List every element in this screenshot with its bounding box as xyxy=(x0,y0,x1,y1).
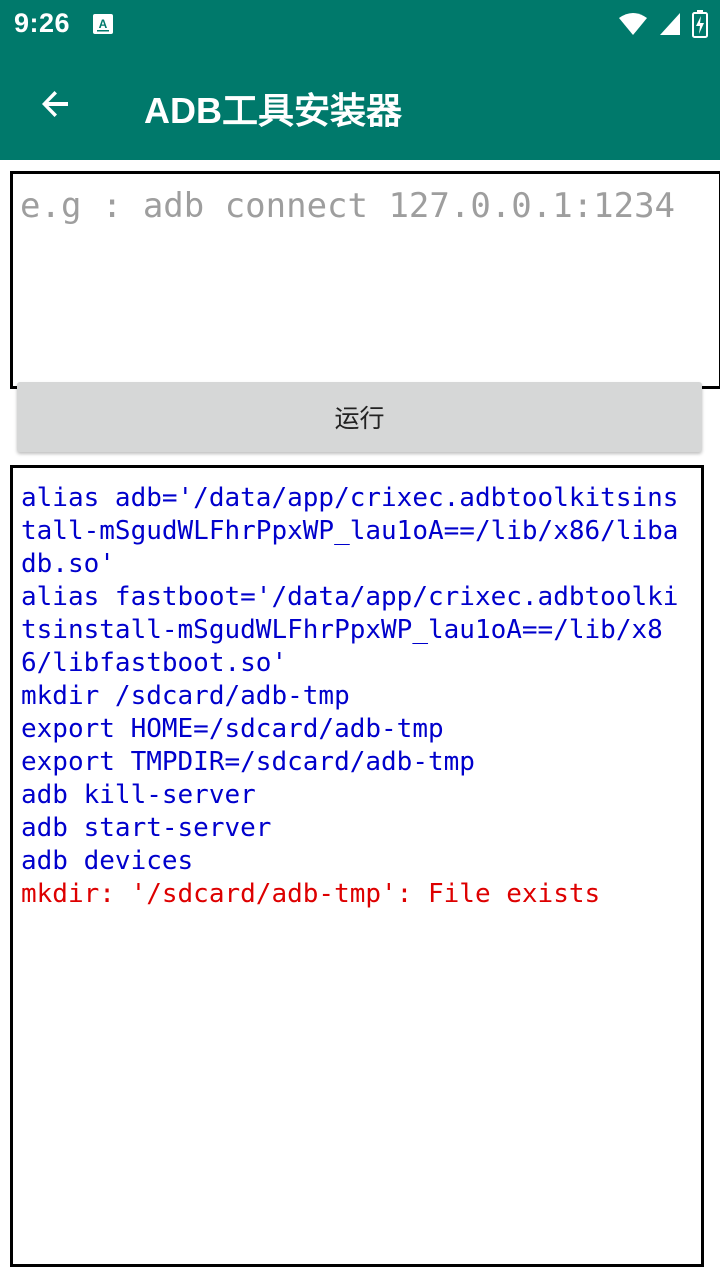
status-bar: 9:26 A xyxy=(0,0,720,48)
output-line: adb kill-server xyxy=(21,780,256,810)
notification-a-icon: A xyxy=(92,13,114,39)
page-title: ADB工具安装器 xyxy=(144,90,402,131)
app-toolbar: ADB工具安装器 xyxy=(0,48,720,160)
output-line: alias adb='/data/app/crixec.adbtoolkitsi… xyxy=(21,483,679,579)
battery-charging-icon xyxy=(692,10,708,42)
output-line: adb start-server xyxy=(21,813,272,843)
command-input-box xyxy=(10,171,720,389)
svg-text:A: A xyxy=(99,17,108,31)
arrow-back-icon[interactable] xyxy=(32,80,80,128)
output-line: mkdir /sdcard/adb-tmp xyxy=(21,681,350,711)
output-console: alias adb='/data/app/crixec.adbtoolkitsi… xyxy=(10,465,704,1267)
output-line: adb devices xyxy=(21,846,194,876)
output-line: export TMPDIR=/sdcard/adb-tmp xyxy=(21,747,475,777)
command-input[interactable] xyxy=(20,184,712,376)
run-button[interactable]: 运行 xyxy=(17,382,702,452)
output-line: export HOME=/sdcard/adb-tmp xyxy=(21,714,444,744)
signal-icon xyxy=(658,11,682,41)
output-line: alias fastboot='/data/app/crixec.adbtool… xyxy=(21,582,679,678)
status-time: 9:26 xyxy=(14,8,71,38)
wifi-icon xyxy=(618,11,648,41)
output-line: mkdir: '/sdcard/adb-tmp': File exists xyxy=(21,879,601,909)
